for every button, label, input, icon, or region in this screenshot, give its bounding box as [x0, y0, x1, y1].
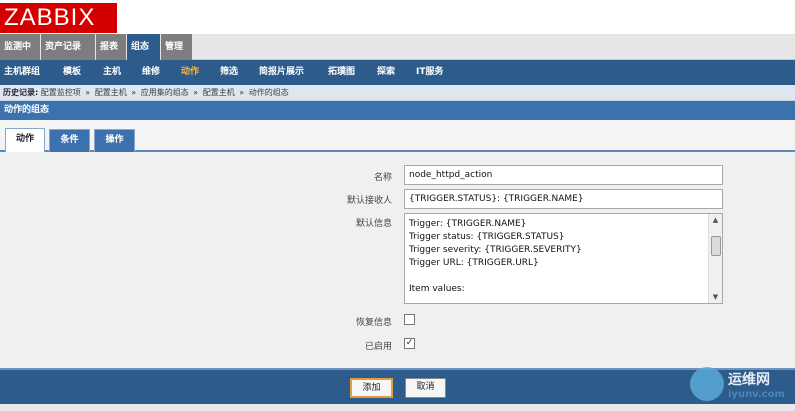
submenu-hosts[interactable]: 主机 [103, 60, 121, 85]
sub-menu: 主机群组 模板 主机 维修 动作 筛选 简报片展示 拓璞图 探索 IT服务 [0, 60, 795, 85]
submenu-maps[interactable]: 拓璞图 [328, 60, 355, 85]
recipient-label: 默认接收人 [346, 196, 392, 206]
zabbix-logo[interactable]: ZABBIX [0, 3, 117, 33]
scroll-thumb[interactable] [711, 236, 721, 256]
watermark-text: 运维网 [728, 372, 770, 388]
breadcrumb-separator: » [193, 88, 199, 97]
menu-configuration[interactable]: 组态 [127, 34, 160, 60]
message-line: Item values: [409, 284, 465, 294]
scroll-up-icon[interactable]: ▲ [709, 214, 722, 226]
submenu-templates[interactable]: 模板 [63, 60, 81, 85]
recovery-label: 恢复信息 [355, 318, 392, 328]
breadcrumb-item[interactable]: 配置主机 [203, 88, 235, 97]
add-button[interactable]: 添加 [350, 378, 393, 398]
breadcrumb-item[interactable]: 配置监控项 [41, 88, 81, 97]
watermark-globe-icon [690, 367, 724, 401]
message-label: 默认信息 [355, 219, 392, 229]
textarea-scrollbar[interactable]: ▲ ▼ [708, 214, 722, 303]
watermark-url: iyunv.com [728, 389, 785, 400]
enabled-label: 已启用 [364, 342, 392, 352]
breadcrumb: 历史记录: 配置监控项 » 配置主机 » 应用集的组态 » 配置主机 » 动作的… [0, 85, 795, 101]
default-message-textarea[interactable]: Trigger: {TRIGGER.NAME} Trigger status: … [404, 213, 723, 304]
breadcrumb-item[interactable]: 应用集的组态 [141, 88, 189, 97]
menu-reports[interactable]: 报表 [96, 34, 126, 60]
breadcrumb-separator: » [239, 88, 245, 97]
default-subject-input[interactable]: {TRIGGER.STATUS}: {TRIGGER.NAME} [404, 189, 723, 209]
page-title: 动作的组态 [0, 101, 795, 120]
submenu-discovery[interactable]: 筛选 [220, 60, 238, 85]
name-label: 名称 [373, 173, 392, 183]
submenu-slides[interactable]: 简报片展示 [259, 60, 304, 85]
message-line: Trigger URL: {TRIGGER.URL} [409, 258, 539, 268]
message-line [409, 270, 706, 283]
tab-action[interactable]: 动作 [5, 128, 45, 153]
submenu-host-groups[interactable]: 主机群组 [4, 60, 40, 85]
checkmark-icon: ✓ [405, 338, 414, 348]
breadcrumb-item[interactable]: 配置主机 [95, 88, 127, 97]
form-footer: 添加 取消 [0, 368, 795, 404]
breadcrumb-item[interactable]: 动作的组态 [249, 88, 289, 97]
submenu-actions[interactable]: 动作 [181, 60, 199, 85]
name-input[interactable]: node_httpd_action [404, 165, 723, 185]
main-menu: 监测中 资产记录 报表 组态 管理 [0, 34, 795, 60]
bottom-strip [0, 404, 795, 411]
history-label: 历史记录: [3, 88, 39, 97]
tab-conditions[interactable]: 条件 [49, 129, 90, 152]
cancel-button[interactable]: 取消 [405, 378, 446, 398]
message-line: Trigger: {TRIGGER.NAME} [409, 219, 527, 229]
submenu-it-services[interactable]: IT服务 [416, 60, 444, 85]
menu-administration[interactable]: 管理 [161, 34, 192, 60]
breadcrumb-separator: » [85, 88, 91, 97]
submenu-discovery-search[interactable]: 探索 [377, 60, 395, 85]
enabled-checkbox[interactable]: ✓ [404, 338, 415, 349]
breadcrumb-separator: » [131, 88, 137, 97]
tab-operations[interactable]: 操作 [94, 129, 135, 152]
top-bar: ZABBIX [0, 0, 795, 34]
watermark: 运维网 iyunv.com [690, 365, 795, 409]
menu-inventory[interactable]: 资产记录 [41, 34, 95, 60]
tab-bar: 动作 条件 操作 [0, 120, 795, 153]
menu-monitoring[interactable]: 监测中 [0, 34, 40, 60]
message-line: Trigger severity: {TRIGGER.SEVERITY} [409, 245, 582, 255]
scroll-down-icon[interactable]: ▼ [709, 291, 722, 303]
submenu-maintenance[interactable]: 维修 [142, 60, 160, 85]
message-line: Trigger status: {TRIGGER.STATUS} [409, 232, 565, 242]
recovery-message-checkbox[interactable] [404, 314, 415, 325]
